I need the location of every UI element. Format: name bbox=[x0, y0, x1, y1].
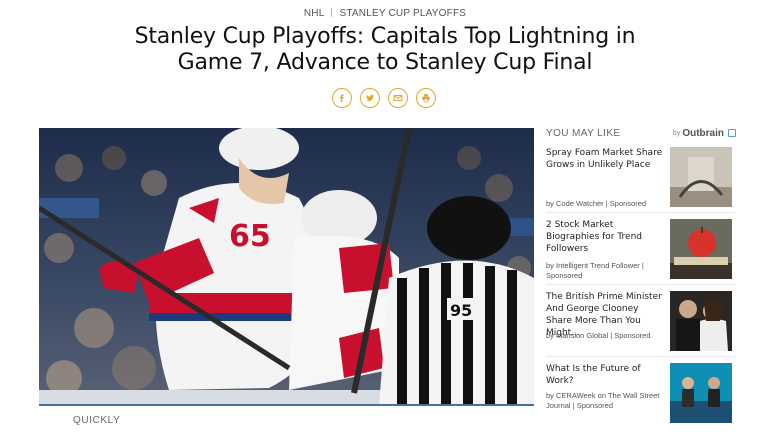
rail-heading: YOU MAY LIKE bbox=[546, 127, 621, 139]
by-label: by bbox=[672, 129, 681, 137]
article-title: Stanley Cup Playoffs: Capitals Top Light… bbox=[134, 24, 636, 75]
rec-source: by CERAWeek on The Wall Street Journal |… bbox=[546, 391, 660, 410]
share-facebook-button[interactable] bbox=[332, 88, 352, 108]
hero-image[interactable]: 65 95 bbox=[39, 128, 534, 406]
rec-thumbnail[interactable] bbox=[670, 147, 732, 207]
rec-card[interactable]: Spray Foam Market Share Grows in Unlikel… bbox=[546, 141, 736, 213]
facebook-icon bbox=[339, 94, 344, 102]
rec-card[interactable]: The British Prime Minister And George Cl… bbox=[546, 285, 736, 357]
image-caption: QUICKLY bbox=[73, 415, 121, 426]
breadcrumb-divider bbox=[331, 8, 333, 17]
breadcrumb: NHL STANLEY CUP PLAYOFFS bbox=[0, 8, 770, 19]
outbrain-attribution[interactable]: by Outbrain bbox=[673, 128, 736, 139]
rec-headline[interactable]: Spray Foam Market Share Grows in Unlikel… bbox=[546, 147, 664, 171]
email-icon bbox=[393, 95, 403, 101]
print-button[interactable] bbox=[416, 88, 436, 108]
rec-headline[interactable]: What Is the Future of Work? bbox=[546, 363, 664, 387]
print-icon bbox=[422, 94, 430, 103]
share-bar bbox=[332, 88, 436, 108]
share-twitter-button[interactable] bbox=[360, 88, 380, 108]
hockey-celebration-photo: 65 95 bbox=[39, 128, 534, 406]
rail-header: YOU MAY LIKE by Outbrain bbox=[546, 125, 736, 141]
breadcrumb-stanley-cup-playoffs[interactable]: STANLEY CUP PLAYOFFS bbox=[339, 8, 466, 19]
referee-number: 95 bbox=[450, 301, 472, 320]
rec-source: by Code Watcher | Sponsored bbox=[546, 199, 647, 208]
rec-headline[interactable]: 2 Stock Market Biographies for Trend Fol… bbox=[546, 219, 664, 255]
rec-thumbnail[interactable] bbox=[670, 291, 732, 351]
ad-choices-icon[interactable] bbox=[728, 129, 736, 137]
rec-card[interactable]: What Is the Future of Work? by CERAWeek … bbox=[546, 357, 736, 429]
rec-source: by Intelligent Trend Follower | Sponsore… bbox=[546, 261, 644, 280]
breadcrumb-nhl[interactable]: NHL bbox=[304, 8, 325, 19]
rec-thumbnail[interactable] bbox=[670, 363, 732, 423]
twitter-icon bbox=[366, 94, 374, 102]
rec-source: by Mansion Global | Sponsored bbox=[546, 331, 651, 340]
recommendations-rail: YOU MAY LIKE by Outbrain Spray Foam Mark… bbox=[546, 125, 736, 429]
player-number: 65 bbox=[229, 219, 271, 254]
outbrain-logo: Outbrain bbox=[682, 127, 724, 139]
rec-card[interactable]: 2 Stock Market Biographies for Trend Fol… bbox=[546, 213, 736, 285]
rec-thumbnail[interactable] bbox=[670, 219, 732, 279]
share-email-button[interactable] bbox=[388, 88, 408, 108]
